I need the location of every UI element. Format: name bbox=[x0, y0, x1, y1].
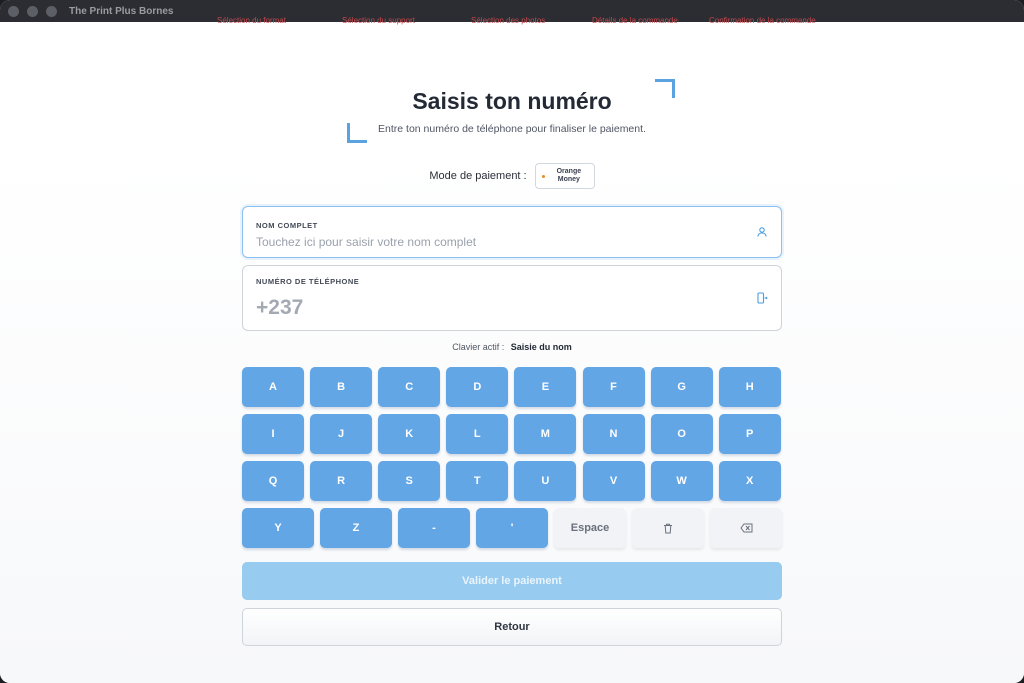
key-h[interactable]: H bbox=[718, 367, 781, 407]
user-icon bbox=[757, 227, 767, 237]
payment-method-line2: Money bbox=[557, 176, 580, 183]
keyboard-status-value: Saisie du nom bbox=[510, 342, 572, 352]
step-1: Sélection du format bbox=[217, 16, 286, 25]
close-window-button[interactable] bbox=[8, 5, 19, 17]
phone-icon bbox=[757, 292, 768, 304]
full-name-label: NOM COMPLET bbox=[256, 221, 318, 230]
step-5: Confirmation de la commande bbox=[709, 16, 816, 25]
key-q[interactable]: Q bbox=[242, 461, 304, 501]
step-4: Détails de la commande bbox=[592, 16, 678, 25]
payment-method-label: Mode de paiement : bbox=[429, 170, 527, 182]
space-key[interactable]: Espace bbox=[554, 508, 626, 548]
key-c[interactable]: C bbox=[378, 367, 441, 407]
minimize-window-button[interactable] bbox=[27, 5, 38, 17]
page-subtitle: Entre ton numéro de téléphone pour final… bbox=[378, 123, 646, 135]
keyboard-status-label: Clavier actif : bbox=[452, 342, 505, 352]
key-x[interactable]: X bbox=[718, 461, 781, 501]
key-a[interactable]: A bbox=[242, 367, 304, 407]
phone-number-label: NUMÉRO DE TÉLÉPHONE bbox=[256, 277, 360, 286]
key-r[interactable]: R bbox=[310, 461, 373, 501]
payment-method-name: Orange Money bbox=[557, 168, 582, 184]
key-w[interactable]: W bbox=[650, 461, 713, 501]
phone-number-field[interactable]: NUMÉRO DE TÉLÉPHONE +237 bbox=[242, 265, 782, 331]
key-s[interactable]: S bbox=[378, 461, 441, 501]
full-name-field[interactable]: NOM COMPLET Touchez ici pour saisir votr… bbox=[242, 206, 782, 258]
key-p[interactable]: P bbox=[718, 414, 781, 454]
step-2: Sélection du support bbox=[342, 16, 415, 25]
page-title: Saisis ton numéro bbox=[412, 88, 612, 114]
payment-method-line1: Orange bbox=[556, 168, 582, 175]
orange-money-logo-icon bbox=[541, 174, 545, 178]
backspace-key[interactable] bbox=[710, 508, 782, 548]
key-e[interactable]: E bbox=[514, 367, 577, 407]
full-name-input[interactable]: Touchez ici pour saisir votre nom comple… bbox=[256, 235, 476, 249]
key-t[interactable]: T bbox=[446, 461, 509, 501]
trash-icon bbox=[664, 523, 672, 533]
key-f[interactable]: F bbox=[582, 367, 645, 407]
key-k[interactable]: K bbox=[378, 414, 441, 454]
window-title: The Print Plus Bornes bbox=[69, 5, 174, 17]
maximize-window-button[interactable] bbox=[46, 5, 57, 17]
key-n[interactable]: N bbox=[582, 414, 645, 454]
key-i[interactable]: I bbox=[242, 414, 304, 454]
key-dash[interactable]: - bbox=[398, 508, 470, 548]
key-apostrophe[interactable]: ' bbox=[476, 508, 548, 548]
payment-page: Sélection du format Sélection du support… bbox=[0, 16, 1024, 683]
validate-payment-button[interactable]: Valider le paiement bbox=[242, 562, 782, 600]
key-m[interactable]: M bbox=[514, 414, 577, 454]
payment-method-chip[interactable]: Orange Money bbox=[534, 163, 595, 189]
key-u[interactable]: U bbox=[514, 461, 577, 501]
key-d[interactable]: D bbox=[446, 367, 509, 407]
key-g[interactable]: G bbox=[650, 367, 713, 407]
clear-key[interactable] bbox=[632, 508, 704, 548]
key-l[interactable]: L bbox=[446, 414, 509, 454]
key-b[interactable]: B bbox=[310, 367, 373, 407]
steps-bar: Sélection du format Sélection du support… bbox=[0, 16, 1024, 26]
key-j[interactable]: J bbox=[310, 414, 373, 454]
app-window: The Print Plus Bornes Sélection du forma… bbox=[0, 0, 1024, 683]
back-button[interactable]: Retour bbox=[242, 608, 782, 646]
step-3: Sélection des photos bbox=[471, 16, 546, 25]
payment-method-row: Mode de paiement : Orange Money bbox=[0, 163, 1024, 189]
key-z[interactable]: Z bbox=[320, 508, 392, 548]
phone-number-input[interactable]: +237 bbox=[256, 296, 303, 320]
backspace-icon bbox=[739, 523, 752, 533]
key-v[interactable]: V bbox=[582, 461, 645, 501]
key-o[interactable]: O bbox=[650, 414, 713, 454]
keyboard-status: Clavier actif : Saisie du nom bbox=[0, 342, 1024, 352]
window-controls bbox=[8, 5, 57, 17]
key-y[interactable]: Y bbox=[242, 508, 314, 548]
